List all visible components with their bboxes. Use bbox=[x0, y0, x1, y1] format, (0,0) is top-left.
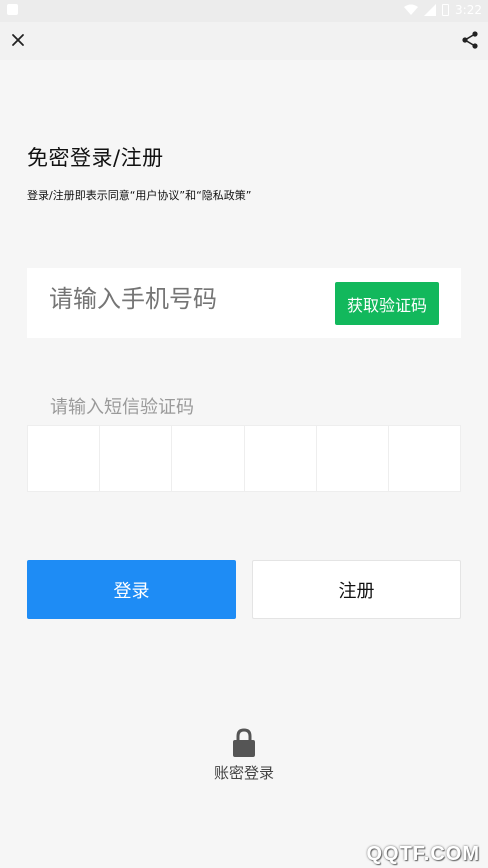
code-box[interactable] bbox=[100, 426, 173, 491]
account-login-button[interactable]: 账密登录 bbox=[194, 728, 294, 783]
top-bar bbox=[0, 22, 488, 60]
signal-icon bbox=[424, 4, 437, 16]
account-login-label: 账密登录 bbox=[213, 764, 274, 782]
status-time: 3:22 bbox=[455, 3, 482, 17]
register-button[interactable]: 注册 bbox=[252, 560, 461, 619]
agreement-text[interactable]: 登录/注册即表示同意“用户协议”和“隐私政策” bbox=[27, 187, 252, 203]
phone-input[interactable] bbox=[49, 286, 329, 314]
lock-icon bbox=[233, 728, 255, 757]
share-icon[interactable] bbox=[460, 30, 480, 50]
code-box[interactable] bbox=[28, 426, 101, 491]
sms-code-boxes[interactable] bbox=[27, 425, 461, 492]
code-box[interactable] bbox=[172, 426, 245, 491]
wifi-icon bbox=[404, 4, 419, 15]
status-bar: 3:22 bbox=[0, 0, 488, 22]
phone-row: 获取验证码 bbox=[27, 268, 461, 338]
status-indicators: 3:22 bbox=[404, 3, 482, 17]
battery-icon bbox=[442, 4, 450, 16]
get-code-button[interactable]: 获取验证码 bbox=[335, 282, 439, 325]
page-title: 免密登录/注册 bbox=[27, 146, 164, 170]
code-box[interactable] bbox=[245, 426, 317, 491]
watermark: QQTF.COM bbox=[366, 843, 480, 865]
login-button[interactable]: 登录 bbox=[27, 560, 236, 619]
code-box[interactable] bbox=[317, 426, 389, 491]
notification-icon bbox=[7, 4, 18, 15]
sms-code-label: 请输入短信验证码 bbox=[50, 397, 194, 418]
code-box[interactable] bbox=[389, 426, 460, 491]
close-icon[interactable] bbox=[9, 31, 27, 49]
